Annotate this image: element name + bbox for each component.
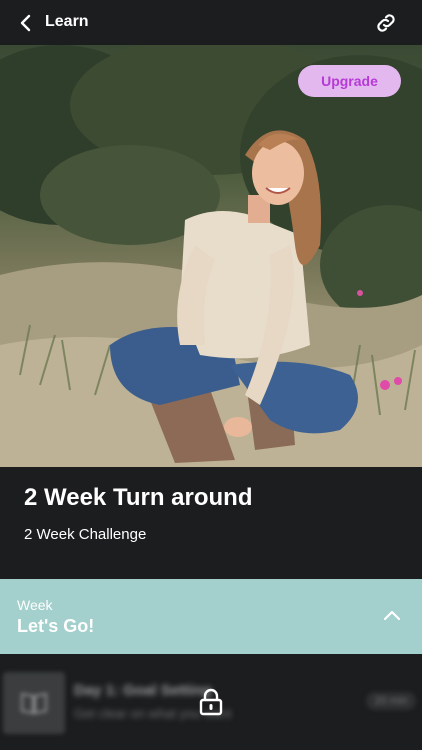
lock-icon (199, 688, 223, 716)
lesson-duration-badge: 20 min (366, 692, 416, 710)
lesson-title: Day 1: Goal Setting (74, 682, 212, 699)
share-link-button[interactable] (374, 11, 398, 35)
book-icon (21, 692, 47, 715)
upgrade-button[interactable]: Upgrade (298, 65, 401, 97)
week-name: Let's Go! (17, 616, 95, 636)
back-button[interactable] (14, 11, 38, 35)
week-label: Week (17, 597, 53, 613)
program-title: 2 Week Turn around (24, 484, 253, 511)
week-section-header[interactable]: Week Let's Go! (0, 579, 422, 654)
chevron-up-icon[interactable] (382, 606, 402, 626)
lesson-item[interactable]: Day 1: Goal Setting Get clear on what yo… (0, 668, 422, 738)
program-hero-image: Upgrade (0, 45, 422, 467)
app-screen: Learn Upgrade 2 Week Turn around 2 Week … (0, 0, 422, 750)
chevron-left-icon (20, 14, 31, 32)
program-subtitle: 2 Week Challenge (24, 526, 147, 543)
top-bar: Learn (0, 0, 422, 45)
link-icon (377, 14, 395, 32)
lesson-thumbnail (3, 672, 65, 734)
page-title: Learn (45, 13, 89, 30)
hero-photo (0, 45, 422, 467)
